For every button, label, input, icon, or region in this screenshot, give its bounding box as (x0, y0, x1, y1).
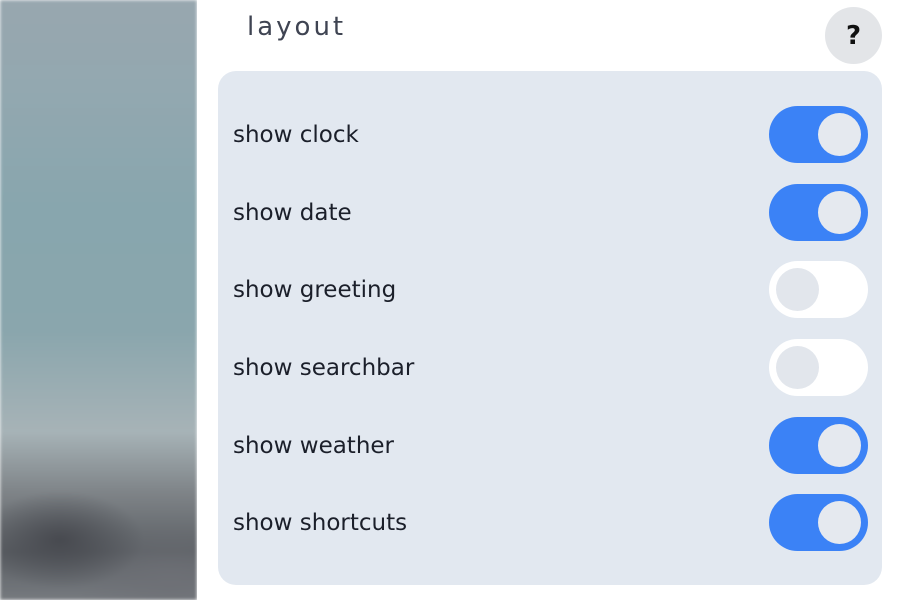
toggle-show-weather[interactable] (769, 417, 868, 474)
toggle-show-searchbar[interactable] (769, 339, 868, 396)
toggle-knob (818, 424, 861, 467)
setting-row-show-greeting: show greeting (218, 261, 882, 319)
layout-settings-card: show clock show date show greeting show … (218, 71, 882, 585)
question-mark-icon: ? (845, 20, 862, 51)
toggle-knob (818, 191, 861, 234)
toggle-show-shortcuts[interactable] (769, 494, 868, 551)
setting-row-show-clock: show clock (218, 106, 882, 164)
toggle-knob (818, 501, 861, 544)
setting-label: show weather (233, 433, 395, 459)
setting-label: show date (233, 200, 352, 226)
setting-label: show shortcuts (233, 510, 408, 536)
toggle-show-clock[interactable] (769, 106, 868, 163)
panel-title: layout (247, 12, 347, 42)
setting-label: show searchbar (233, 355, 415, 381)
setting-row-show-searchbar: show searchbar (218, 339, 882, 397)
toggle-show-date[interactable] (769, 184, 868, 241)
toggle-show-greeting[interactable] (769, 261, 868, 318)
toggle-knob (776, 346, 819, 389)
settings-panel: layout ? show clock show date show greet… (197, 0, 900, 600)
setting-label: show clock (233, 122, 359, 148)
toggle-knob (818, 113, 861, 156)
help-button[interactable]: ? (825, 7, 882, 64)
toggle-knob (776, 268, 819, 311)
background-wallpaper (0, 0, 197, 600)
setting-row-show-weather: show weather (218, 417, 882, 475)
setting-label: show greeting (233, 277, 397, 303)
setting-row-show-date: show date (218, 184, 882, 242)
page: layout ? show clock show date show greet… (0, 0, 900, 600)
setting-row-show-shortcuts: show shortcuts (218, 494, 882, 552)
